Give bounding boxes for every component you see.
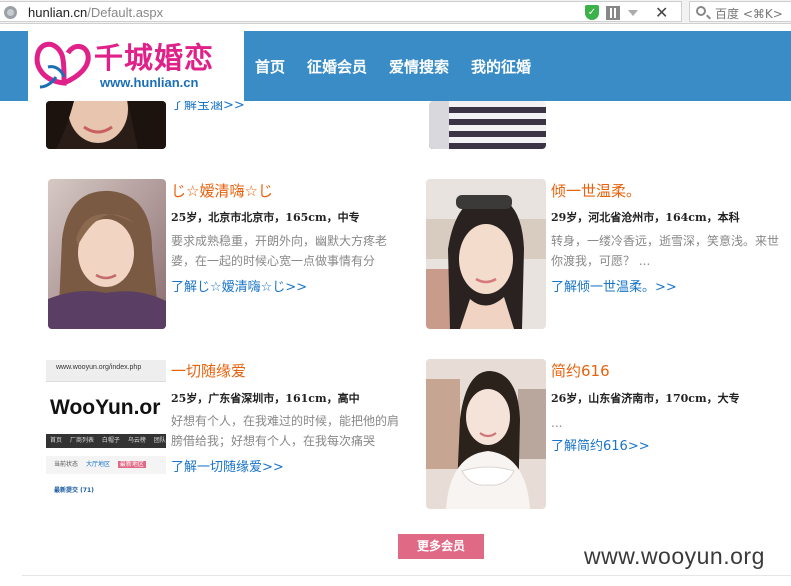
watermark: www.wooyun.org xyxy=(584,543,765,569)
member-photo[interactable] xyxy=(426,179,546,329)
member-photo[interactable] xyxy=(48,179,166,329)
close-icon[interactable]: ✕ xyxy=(655,3,668,22)
wooyun-thumb-brand: WooYun.or xyxy=(50,396,161,419)
divider xyxy=(22,575,791,576)
member-photo-partial-right[interactable] xyxy=(429,101,546,149)
member-description: 好想有个人，在我难过的时候，能把他的肩膀借给我；好想有个人，在我每次痛哭 xyxy=(171,414,400,448)
member-more-link[interactable]: 了解倾一世温柔。>> xyxy=(551,276,677,295)
member-info: 26岁，山东省济南市，170cm，大专 xyxy=(551,392,740,405)
nav-home[interactable]: 首页 xyxy=(255,56,285,77)
wooyun-thumb-latest: 最新提交 (71) xyxy=(54,487,94,494)
member-description: ... xyxy=(551,416,563,430)
butterfly-logo-icon xyxy=(34,41,91,89)
logo-title: 千城婚恋 xyxy=(94,41,215,75)
member-name[interactable]: 一切随缘爱 xyxy=(171,360,246,381)
address-bar[interactable]: hunlian.cn/Default.aspx ✓ ✕ xyxy=(0,1,682,22)
wooyun-thumb-tab: 当前状态 xyxy=(54,461,79,468)
nav-members[interactable]: 征婚会员 xyxy=(307,56,367,77)
member-description: 要求成熟稳重，开朗外向，幽默大方疼老婆，在一起的时候心宽一点做事情有分 xyxy=(171,234,388,268)
member-info: 29岁，河北省沧州市，164cm，本科 xyxy=(551,211,740,224)
member-info: 25岁，广东省深圳市，161cm，高中 xyxy=(171,392,360,405)
globe-icon xyxy=(4,6,17,19)
chevron-down-icon[interactable] xyxy=(628,10,638,16)
qr-code-icon[interactable] xyxy=(606,6,620,20)
member-photo[interactable] xyxy=(426,359,546,509)
search-placeholder: 百度 <⌘K> xyxy=(715,7,783,21)
more-members-button[interactable]: 更多会员 xyxy=(398,534,484,559)
logo-url: www.hunlian.cn xyxy=(100,75,199,90)
browser-toolbar: hunlian.cn/Default.aspx ✓ ✕ 百度 <⌘K> xyxy=(0,0,791,24)
member-more-link[interactable]: 了解一切随缘爱>> xyxy=(171,456,284,475)
member-info: 25岁，北京市北京市，165cm，中专 xyxy=(171,211,360,224)
member-photo[interactable]: www.wooyun.org/index.php WooYun.or 首页 厂商… xyxy=(46,360,166,510)
member-description: 转身，一缕冷香远，逝雪深，笑意浅。来世你渡我，可愿？ ... xyxy=(551,234,780,268)
nav-my-profile[interactable]: 我的征婚 xyxy=(471,56,531,77)
member-photo-partial-left[interactable] xyxy=(46,101,166,149)
member-more-link[interactable]: 了解简约616>> xyxy=(551,435,650,454)
member-name[interactable]: 简约616 xyxy=(551,360,610,381)
address-url[interactable]: hunlian.cn/Default.aspx xyxy=(28,5,163,20)
security-shield-icon[interactable]: ✓ xyxy=(585,5,599,20)
search-icon xyxy=(696,6,706,16)
nav-love-search[interactable]: 爱情搜索 xyxy=(389,56,449,77)
site-logo[interactable]: 千城婚恋 www.hunlian.cn xyxy=(28,31,244,101)
wooyun-thumb-menu: 首页 xyxy=(50,437,63,444)
member-more-link[interactable]: 了解じ☆嫒清嗨☆じ>> xyxy=(171,276,307,295)
search-input[interactable]: 百度 <⌘K> xyxy=(689,1,791,22)
wooyun-thumb-url: www.wooyun.org/index.php xyxy=(56,364,142,371)
member-name[interactable]: 倾一世温柔。 xyxy=(551,180,641,201)
member-name[interactable]: じ☆嫒清嗨☆じ xyxy=(171,180,273,201)
